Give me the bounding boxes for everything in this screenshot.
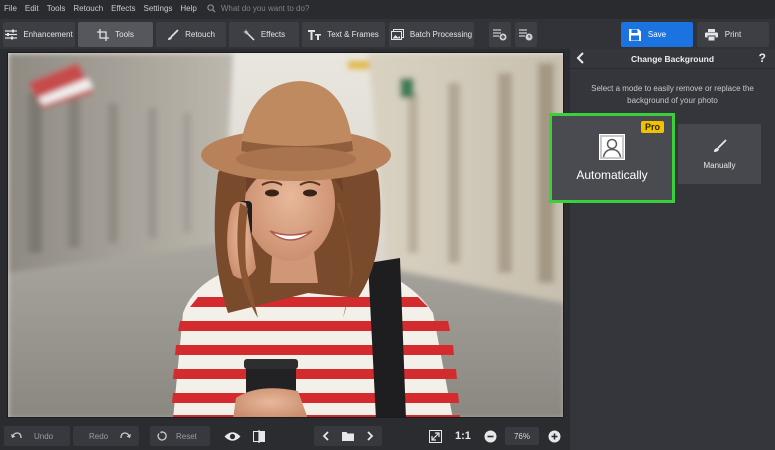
compare-button[interactable] xyxy=(250,428,268,444)
search-box[interactable]: What do you want to do? xyxy=(207,4,310,13)
tab-retouch-label: Retouch xyxy=(185,30,215,39)
text-icon xyxy=(308,29,322,40)
change-background-panel: Change Background ? Select a mode to eas… xyxy=(549,49,775,450)
app-window: File Edit Tools Retouch Effects Settings… xyxy=(0,0,775,450)
print-button[interactable]: Print xyxy=(697,22,769,47)
magic-wand-icon xyxy=(242,28,255,41)
zoom-out-button[interactable] xyxy=(482,428,498,444)
fit-to-screen-button[interactable] xyxy=(427,428,443,444)
panel-header: Change Background ? xyxy=(570,49,775,69)
menu-bar: File Edit Tools Retouch Effects Settings… xyxy=(0,0,775,17)
undo-label: Undo xyxy=(34,431,54,441)
mode-automatically-label: Automatically xyxy=(576,168,648,182)
presets-history-button[interactable] xyxy=(515,22,537,47)
crop-icon xyxy=(97,28,110,41)
panel-title: Change Background xyxy=(630,53,715,64)
tab-retouch[interactable]: Retouch xyxy=(156,22,226,47)
before-after-icon xyxy=(253,429,265,443)
minus-circle-icon xyxy=(484,430,496,442)
redo-button[interactable]: Redo xyxy=(73,426,139,446)
back-arrow-icon[interactable] xyxy=(576,52,586,64)
help-button[interactable]: ? xyxy=(759,51,766,65)
photo-canvas[interactable] xyxy=(0,49,570,424)
tab-tools[interactable]: Tools xyxy=(78,22,153,47)
sliders-icon xyxy=(5,29,18,40)
tab-enhancement[interactable]: Enhancement xyxy=(3,22,75,47)
tab-tools-label: Tools xyxy=(115,30,134,39)
bottom-bar: Undo Redo Reset 1:1 76% xyxy=(0,424,570,450)
menu-help[interactable]: Help xyxy=(176,0,200,17)
main-toolbar: Enhancement Tools Retouch Effects Text &… xyxy=(0,19,775,49)
presets-add-button[interactable] xyxy=(489,22,511,47)
menu-tools[interactable]: Tools xyxy=(43,0,70,17)
panel-description: Select a mode to easily remove or replac… xyxy=(591,84,754,105)
tab-text-frames-label: Text & Frames xyxy=(327,30,379,39)
undo-button[interactable]: Undo xyxy=(4,426,70,446)
tab-effects[interactable]: Effects xyxy=(229,22,299,47)
tab-effects-label: Effects xyxy=(260,30,286,39)
menu-effects[interactable]: Effects xyxy=(107,0,139,17)
file-navigation xyxy=(314,426,382,446)
reset-label: Reset xyxy=(176,431,197,441)
list-add-icon xyxy=(493,29,507,41)
print-label: Print xyxy=(724,30,742,39)
photo-preview[interactable] xyxy=(7,52,564,418)
brush-icon xyxy=(168,28,179,40)
mode-manually-label: Manually xyxy=(703,160,736,170)
tab-enhancement-label: Enhancement xyxy=(23,30,73,39)
save-label: Save xyxy=(647,30,667,39)
preview-toggle-button[interactable] xyxy=(222,428,242,444)
search-placeholder: What do you want to do? xyxy=(220,4,310,13)
brush-icon xyxy=(713,138,727,152)
mode-automatically-button[interactable]: Pro Automatically xyxy=(549,113,675,203)
fit-screen-icon xyxy=(428,429,442,443)
reset-button[interactable]: Reset xyxy=(150,426,210,446)
search-icon xyxy=(207,4,216,13)
tab-text-frames[interactable]: Text & Frames xyxy=(302,22,385,47)
woman-on-street-photo xyxy=(8,53,563,417)
portrait-icon xyxy=(599,134,625,160)
printer-icon xyxy=(705,28,718,41)
menu-file[interactable]: File xyxy=(0,0,21,17)
eye-icon xyxy=(224,431,240,441)
batch-processing-button[interactable]: Batch Processing xyxy=(389,22,474,47)
chevron-right-icon[interactable] xyxy=(366,431,374,441)
menu-retouch[interactable]: Retouch xyxy=(69,0,107,17)
batch-processing-label: Batch Processing xyxy=(409,30,473,39)
floppy-disk-icon xyxy=(629,28,641,41)
zoom-level[interactable]: 76% xyxy=(505,427,539,445)
plus-circle-icon xyxy=(548,430,560,442)
chevron-left-icon[interactable] xyxy=(322,431,330,441)
save-button[interactable]: Save xyxy=(621,22,693,47)
folder-icon[interactable] xyxy=(342,431,354,441)
actual-size-button[interactable]: 1:1 xyxy=(455,430,471,442)
reset-icon xyxy=(157,431,167,441)
menu-edit[interactable]: Edit xyxy=(21,0,43,17)
images-icon xyxy=(390,29,404,40)
redo-icon xyxy=(120,431,132,438)
redo-label: Redo xyxy=(89,431,109,441)
list-clock-icon xyxy=(519,29,533,41)
mode-manually-button[interactable]: Manually xyxy=(678,124,761,184)
pro-badge: Pro xyxy=(640,121,664,133)
zoom-in-button[interactable] xyxy=(546,428,562,444)
menu-settings[interactable]: Settings xyxy=(139,0,176,17)
undo-icon xyxy=(11,431,22,438)
